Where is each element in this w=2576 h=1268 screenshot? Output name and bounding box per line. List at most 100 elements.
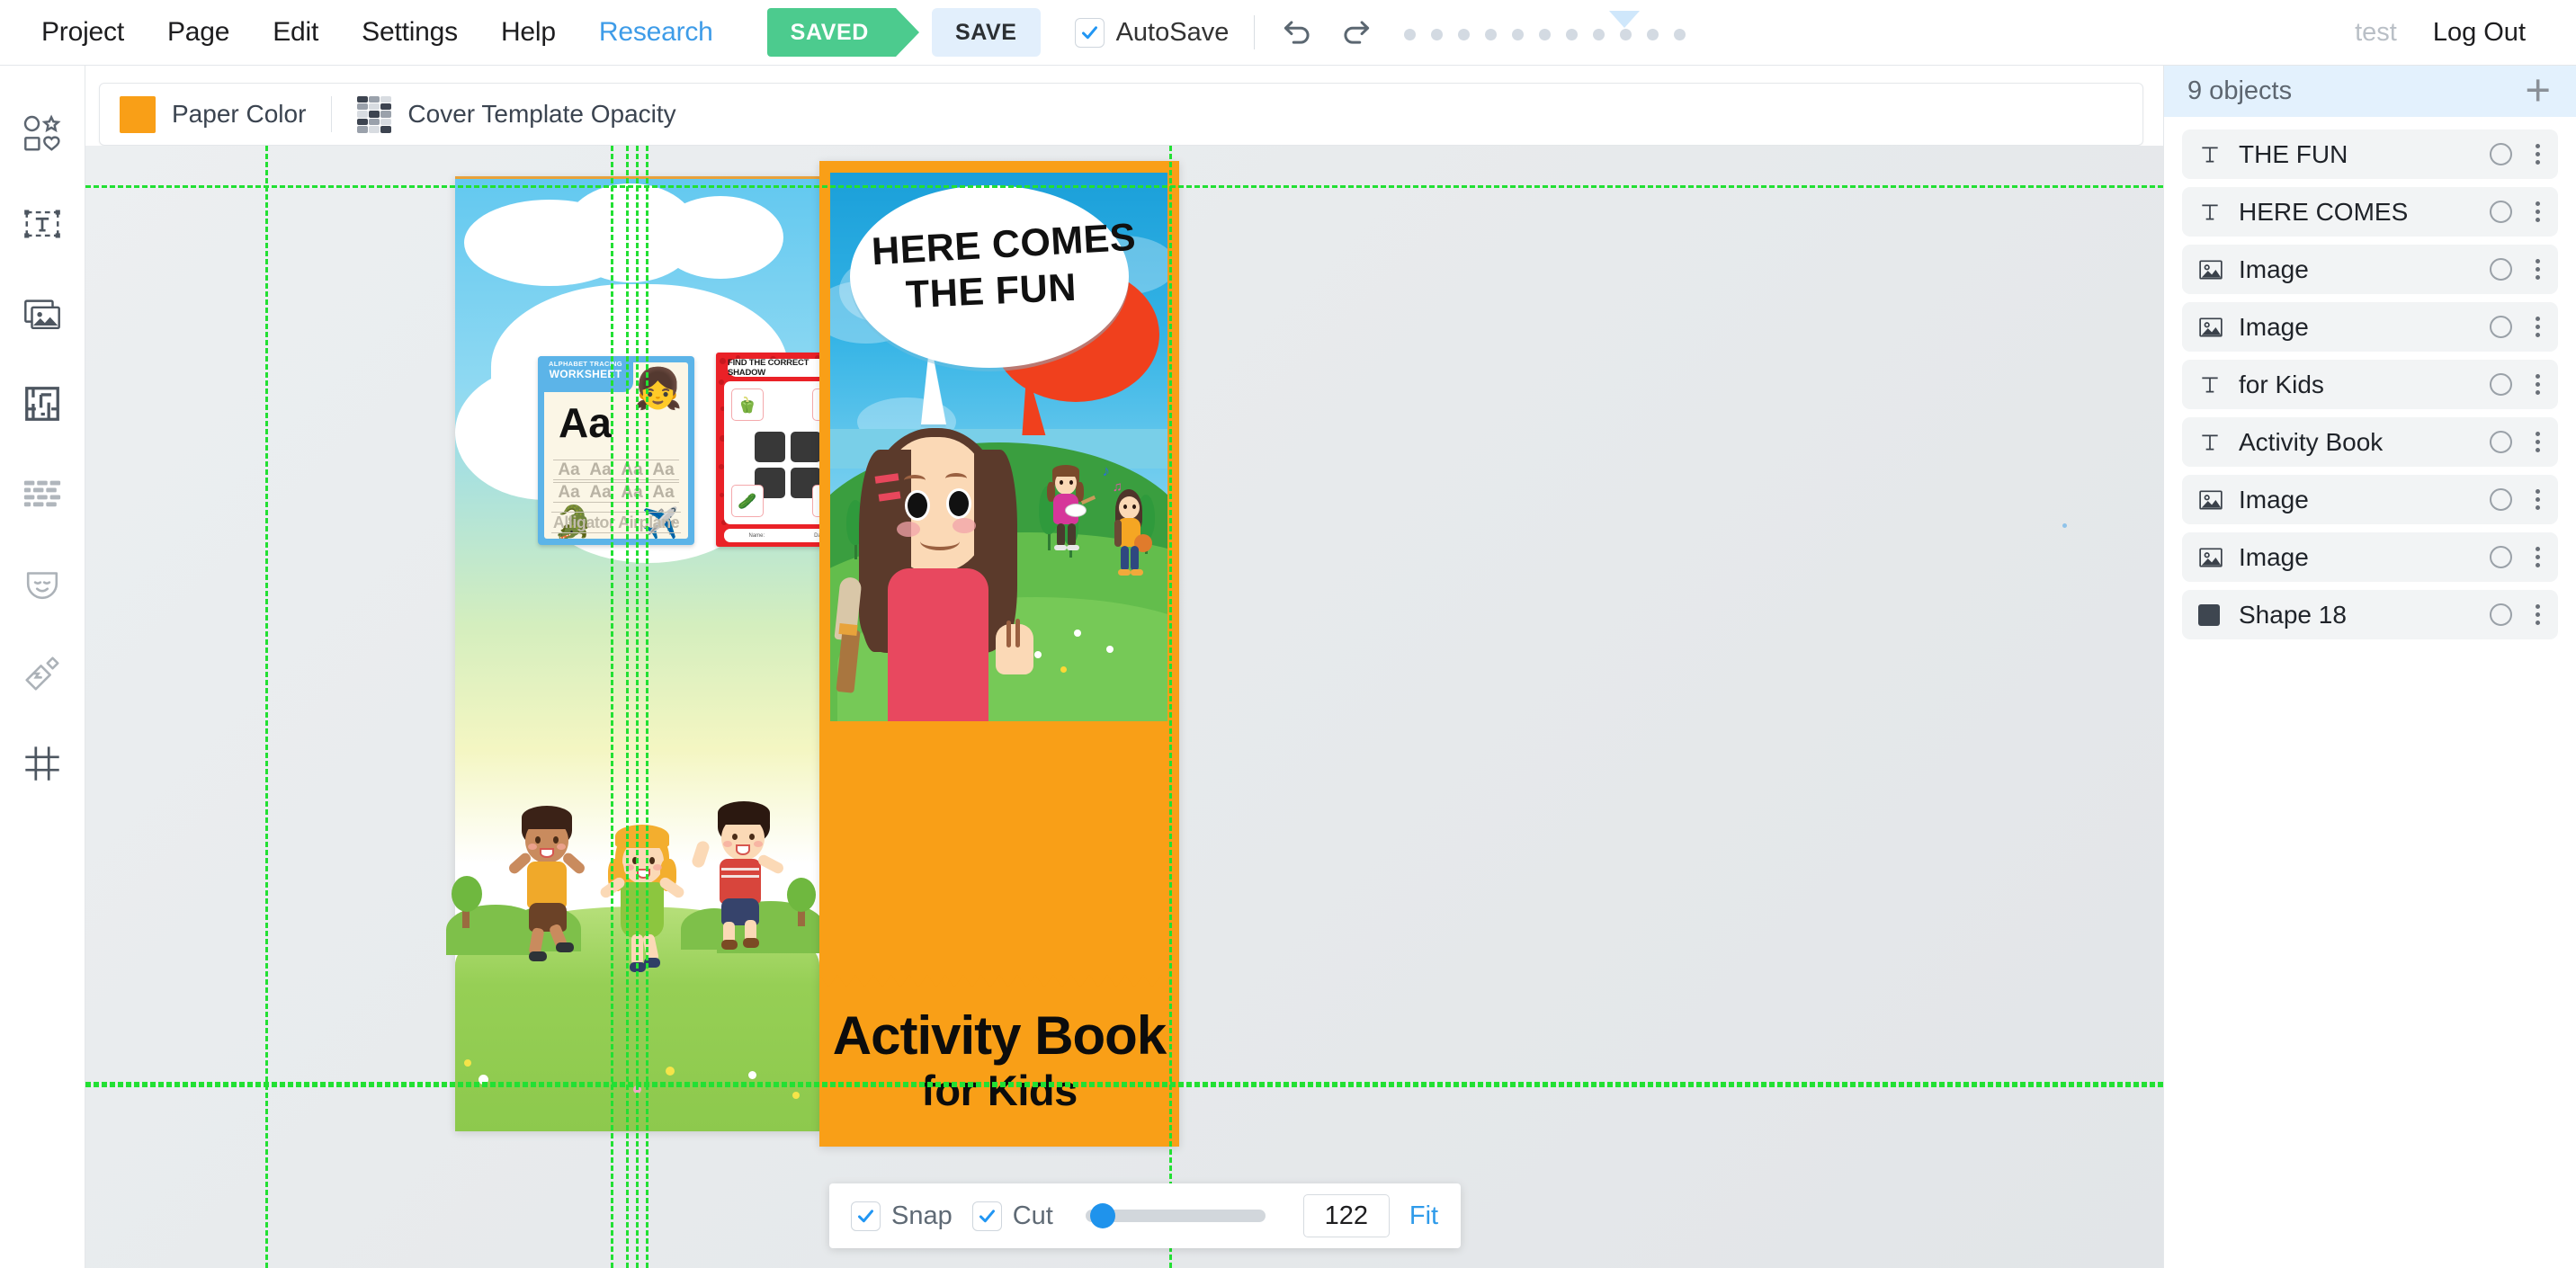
- zoom-slider-thumb[interactable]: [1090, 1203, 1115, 1228]
- cover-template-opacity-label: Cover Template Opacity: [407, 100, 675, 129]
- object-row[interactable]: for Kids: [2182, 360, 2558, 409]
- object-visibility-toggle[interactable]: [2490, 431, 2512, 453]
- maze-icon[interactable]: [0, 359, 85, 449]
- snap-checkbox[interactable]: [851, 1201, 881, 1231]
- history-dot[interactable]: [1620, 29, 1632, 40]
- worksheet-alphabet-tracing[interactable]: Aa 👧 AaAaAaAa AaAaAaAa 🐊 ✈️ AlligatorAir…: [538, 356, 694, 545]
- object-visibility-toggle[interactable]: [2490, 201, 2512, 223]
- canvas-page-front-cover[interactable]: HERE COMES THE FUN ♪ ♫: [819, 161, 1179, 1147]
- images-icon[interactable]: [0, 269, 85, 359]
- history-dot[interactable]: [1485, 29, 1497, 40]
- check-icon: [856, 1207, 875, 1226]
- history-dot[interactable]: [1512, 29, 1524, 40]
- objects-list: THE FUN HERE COMES Image Image for Kids Activ…: [2164, 117, 2576, 639]
- menu-item-project[interactable]: Project: [20, 17, 146, 48]
- top-menu-bar: Project Page Edit Settings Help Research…: [0, 0, 2576, 66]
- objects-panel-header: 9 objects +: [2164, 66, 2576, 117]
- object-visibility-toggle[interactable]: [2490, 488, 2512, 511]
- history-dot[interactable]: [1566, 29, 1578, 40]
- zoom-slider[interactable]: [1086, 1210, 1266, 1222]
- history-dot[interactable]: [1674, 29, 1686, 40]
- object-menu-button[interactable]: [2532, 140, 2544, 168]
- worksheet-trace-row-1: AaAaAaAa: [553, 460, 679, 480]
- menu-item-page[interactable]: Page: [146, 17, 251, 48]
- object-visibility-toggle[interactable]: [2490, 603, 2512, 626]
- object-menu-button[interactable]: [2532, 428, 2544, 456]
- tree-foliage: [452, 876, 482, 912]
- object-row[interactable]: Shape 18: [2182, 590, 2558, 639]
- object-menu-button[interactable]: [2532, 371, 2544, 398]
- flower-decoration: [1074, 630, 1081, 637]
- object-row[interactable]: Image: [2182, 302, 2558, 352]
- object-name: for Kids: [2239, 371, 2490, 399]
- cut-checkbox[interactable]: [972, 1201, 1002, 1231]
- trace-letter: Airplane: [618, 513, 679, 532]
- object-name: Shape 18: [2239, 601, 2490, 630]
- menu-item-settings[interactable]: Settings: [340, 17, 479, 48]
- history-dot[interactable]: [1593, 29, 1605, 40]
- object-row[interactable]: Image: [2182, 475, 2558, 524]
- text-box-icon[interactable]: [0, 179, 85, 269]
- cover-subtitle-text[interactable]: for Kids: [819, 1066, 1179, 1115]
- object-menu-button[interactable]: [2532, 486, 2544, 513]
- trace-letter: Aa: [621, 460, 642, 480]
- history-dot[interactable]: [1647, 29, 1659, 40]
- object-visibility-toggle[interactable]: [2490, 316, 2512, 338]
- menu-item-edit[interactable]: Edit: [251, 17, 340, 48]
- objects-panel: 9 objects + THE FUN HERE COMES Image Image f…: [2163, 66, 2576, 1268]
- object-menu-button[interactable]: [2532, 313, 2544, 341]
- history-dot[interactable]: [1539, 29, 1551, 40]
- paper-color-swatch[interactable]: [120, 96, 156, 133]
- flower-decoration: [479, 1075, 488, 1085]
- canvas-page-back-cover[interactable]: Aa 👧 AaAaAaAa AaAaAaAa 🐊 ✈️ AlligatorAir…: [455, 176, 819, 1131]
- image-icon: [2198, 258, 2223, 281]
- object-visibility-toggle[interactable]: [2490, 546, 2512, 568]
- canvas-workspace[interactable]: Aa 👧 AaAaAaAa AaAaAaAa 🐊 ✈️ AlligatorAir…: [85, 146, 2163, 1268]
- object-visibility-toggle[interactable]: [2490, 258, 2512, 281]
- bricks-pattern-icon[interactable]: [0, 449, 85, 539]
- cover-girl-character: [843, 424, 1068, 721]
- object-row[interactable]: HERE COMES: [2182, 187, 2558, 237]
- history-dots[interactable]: [1404, 25, 1686, 40]
- cover-bubble-line-2[interactable]: THE FUN: [905, 266, 1078, 318]
- object-menu-button[interactable]: [2532, 198, 2544, 226]
- shapes-icon[interactable]: [0, 89, 85, 179]
- zoom-fit-button[interactable]: Fit: [1409, 1201, 1438, 1231]
- worksheet-tab-line2: WORKSHEET: [538, 368, 633, 381]
- trace-letter: Aa: [652, 483, 674, 503]
- guide-vertical-left-overlay: [265, 146, 268, 1268]
- add-object-button[interactable]: +: [2525, 78, 2551, 104]
- object-visibility-toggle[interactable]: [2490, 143, 2512, 165]
- object-menu-button[interactable]: [2532, 255, 2544, 283]
- object-row[interactable]: Image: [2182, 532, 2558, 582]
- object-row[interactable]: Image: [2182, 245, 2558, 294]
- menu-item-help[interactable]: Help: [479, 17, 577, 48]
- autosave-checkbox[interactable]: [1075, 18, 1105, 48]
- grid-icon[interactable]: [0, 719, 85, 808]
- cover-title-text[interactable]: Activity Book: [819, 1005, 1179, 1067]
- text-icon: [2198, 431, 2222, 454]
- undo-icon[interactable]: [1280, 14, 1316, 50]
- checkerboard-icon[interactable]: [357, 96, 391, 133]
- zigzag-edge: [819, 971, 1179, 987]
- jumping-kid-right: [691, 803, 784, 969]
- cover-kid-basketball: [1105, 487, 1151, 594]
- history-dot[interactable]: [1431, 29, 1443, 40]
- object-visibility-toggle[interactable]: [2490, 373, 2512, 396]
- object-menu-button[interactable]: [2532, 601, 2544, 629]
- object-row[interactable]: Activity Book: [2182, 417, 2558, 467]
- history-dot[interactable]: [1404, 29, 1416, 40]
- mask-smiley-icon[interactable]: [0, 539, 85, 629]
- menu-item-research[interactable]: Research: [577, 17, 735, 48]
- object-row[interactable]: THE FUN: [2182, 129, 2558, 179]
- zoom-value-input[interactable]: 122: [1303, 1194, 1390, 1237]
- save-button[interactable]: SAVE: [932, 8, 1041, 57]
- history-dot[interactable]: [1458, 29, 1470, 40]
- worksheet-footer-name: Name:: [748, 533, 765, 539]
- cover-title-band: Activity Book for Kids: [819, 987, 1179, 1147]
- object-menu-button[interactable]: [2532, 543, 2544, 571]
- autosave-toggle[interactable]: AutoSave: [1075, 18, 1230, 48]
- redo-icon[interactable]: [1337, 14, 1373, 50]
- paint-brush-icon[interactable]: [0, 629, 85, 719]
- logout-button[interactable]: Log Out: [2417, 18, 2542, 48]
